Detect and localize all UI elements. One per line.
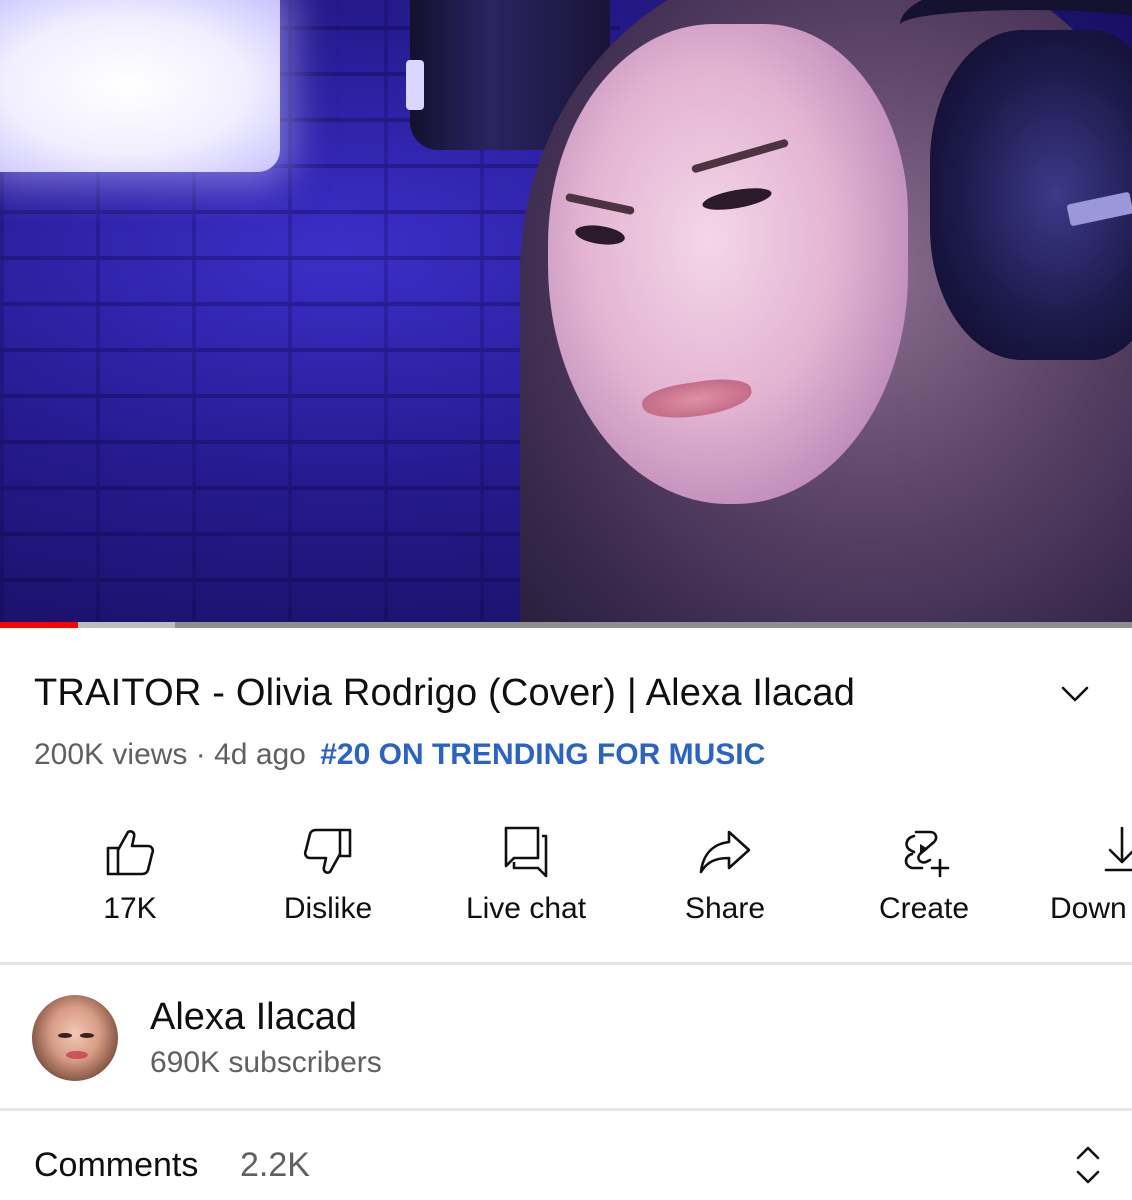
share-arrow-icon (699, 830, 751, 874)
subscriber-count: 690K subscribers (150, 1046, 382, 1079)
like-button[interactable]: 17K (40, 820, 220, 938)
thumbs-down-icon (303, 828, 352, 874)
meta-separator: · (195, 738, 206, 771)
create-button[interactable]: Create (834, 820, 1014, 938)
thumbs-up-icon (106, 830, 155, 876)
avatar-eye-right (80, 1033, 94, 1038)
progress-played[interactable] (0, 622, 78, 628)
download-icon (1104, 826, 1132, 872)
share-button[interactable]: Share (635, 820, 815, 938)
comments-count: 2.2K (240, 1146, 310, 1184)
action-bar: 17K Dislike Live chat Share Create Down (0, 820, 1132, 940)
channel-name[interactable]: Alexa Ilacad (150, 996, 357, 1039)
create-label: Create (878, 892, 970, 925)
comments-header[interactable]: Comments (34, 1146, 198, 1185)
avatar-lips (66, 1051, 88, 1059)
create-icon (904, 830, 950, 878)
studio-light (0, 0, 280, 172)
divider (0, 962, 1132, 965)
trending-badge[interactable]: #20 ON TRENDING FOR MUSIC (320, 738, 765, 771)
microphone-ring (406, 60, 424, 110)
view-count: 200K views (34, 738, 188, 771)
download-button[interactable]: Down (1000, 820, 1132, 938)
comments-expand-button[interactable] (1068, 1142, 1108, 1188)
dislike-label: Dislike (283, 892, 373, 925)
dislike-button[interactable]: Dislike (238, 820, 418, 938)
chevron-down-icon (1061, 686, 1089, 702)
download-label: Down (1050, 892, 1127, 925)
live-chat-button[interactable]: Live chat (436, 820, 616, 938)
share-label: Share (684, 892, 766, 925)
video-player[interactable] (0, 0, 1132, 628)
expand-description-button[interactable] (1058, 680, 1092, 708)
chevron-up-down-icon (1076, 1146, 1100, 1184)
video-title[interactable]: TRAITOR - Olivia Rodrigo (Cover) | Alexa… (34, 672, 855, 715)
chat-icon (504, 826, 548, 878)
headphone-earcup (930, 30, 1132, 360)
divider (0, 1108, 1132, 1111)
like-count: 17K (103, 892, 157, 925)
video-meta: 200K views · 4d ago #20 ON TRENDING FOR … (34, 738, 765, 772)
channel-avatar[interactable] (32, 995, 118, 1081)
avatar-eye-left (58, 1033, 72, 1038)
progress-buffer (78, 622, 175, 628)
live-chat-label: Live chat (465, 892, 587, 925)
singer-face (548, 24, 908, 504)
upload-age: 4d ago (214, 738, 306, 771)
